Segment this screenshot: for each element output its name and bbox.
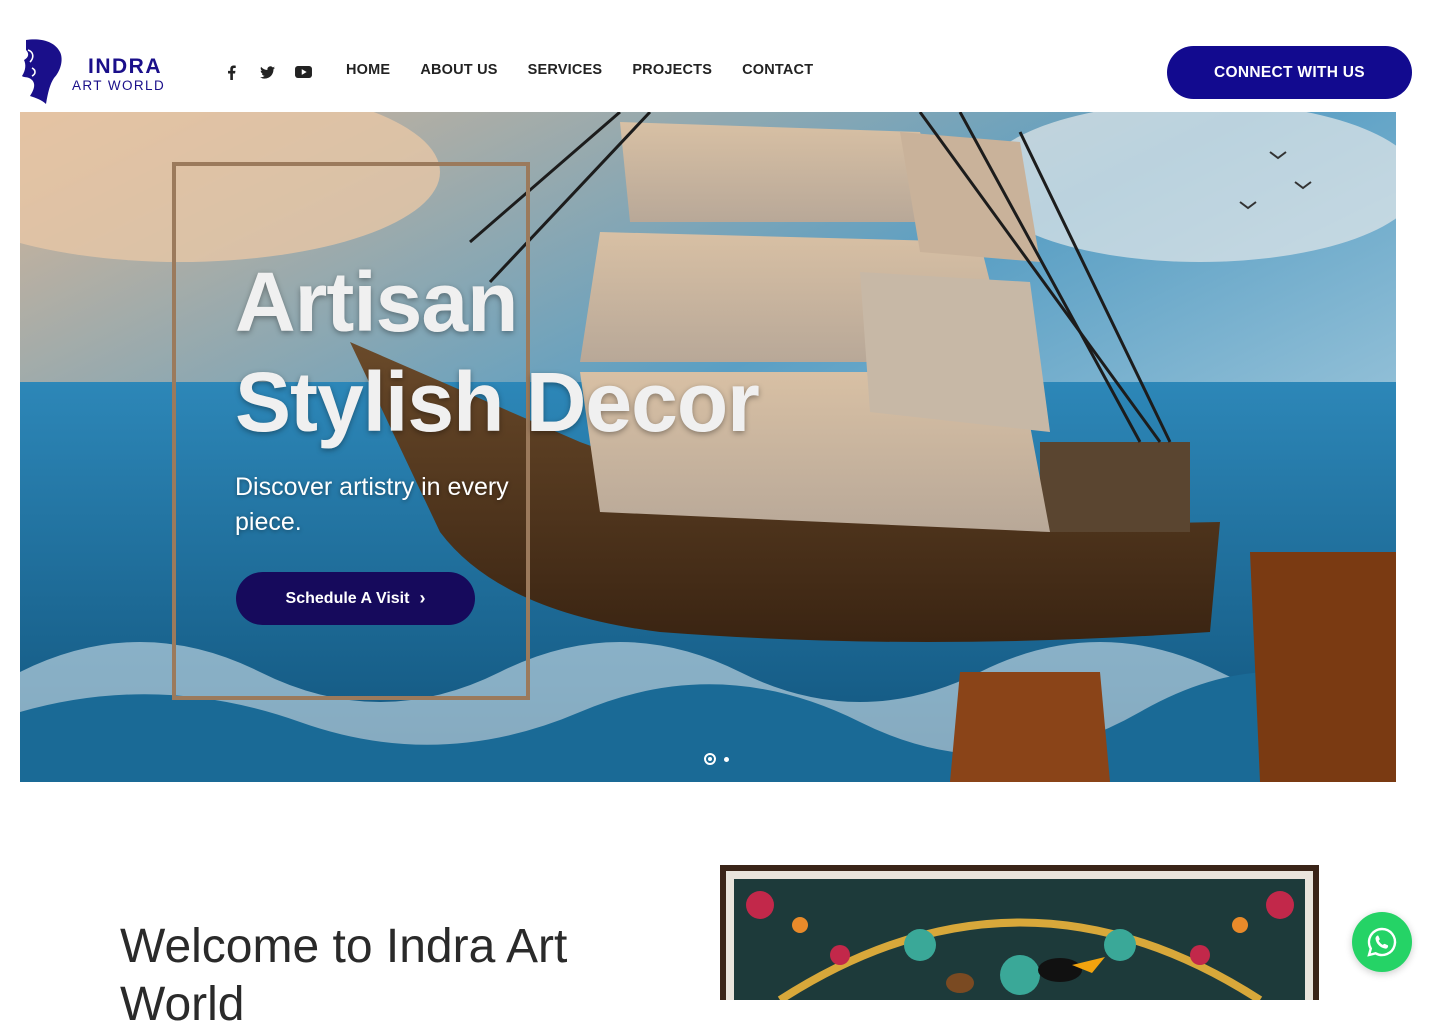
hero-title-line-1: Artisan	[235, 255, 518, 349]
site-header: INDRA ART WORLD HOME ABOUT US SERVICES P…	[0, 0, 1440, 112]
whatsapp-chat-button[interactable]	[1352, 912, 1412, 972]
logo-title: INDRA	[88, 55, 162, 78]
hero-title-line-2: Stylish Decor	[235, 355, 760, 449]
hero-title: Artisan Stylish Decor	[235, 252, 935, 452]
connect-with-us-button[interactable]: CONNECT WITH US	[1167, 46, 1412, 99]
nav-services[interactable]: SERVICES	[528, 62, 603, 78]
logo-text: INDRA ART WORLD	[72, 56, 165, 93]
brand-logo[interactable]: INDRA ART WORLD	[20, 38, 180, 110]
whatsapp-icon	[1367, 927, 1397, 957]
youtube-icon[interactable]	[294, 63, 312, 81]
welcome-heading: Welcome to Indra Art World	[120, 920, 568, 1031]
slider-pagination	[704, 753, 729, 765]
social-links	[222, 60, 312, 84]
slide-dot-2[interactable]	[724, 756, 729, 762]
twitter-icon[interactable]	[258, 63, 276, 81]
schedule-visit-label: Schedule A Visit	[285, 589, 410, 607]
slide-dot-1[interactable]	[704, 753, 716, 765]
nav-projects[interactable]: PROJECTS	[632, 62, 712, 78]
schedule-visit-button[interactable]: Schedule A Visit ›	[236, 572, 475, 625]
featured-artwork-image	[720, 865, 1319, 1000]
logo-face-icon	[22, 39, 62, 105]
main-nav: HOME ABOUT US SERVICES PROJECTS CONTACT	[346, 62, 813, 78]
nav-about-us[interactable]: ABOUT US	[420, 62, 497, 78]
nav-contact[interactable]: CONTACT	[742, 62, 813, 78]
chevron-right-icon: ›	[419, 587, 426, 608]
hero-slider: Artisan Stylish Decor Discover artistry …	[20, 112, 1396, 782]
facebook-icon[interactable]	[222, 63, 240, 81]
logo-tagline: ART WORLD	[72, 78, 166, 93]
nav-home[interactable]: HOME	[346, 62, 390, 78]
hero-subtitle: Discover artistry in every piece.	[235, 473, 509, 536]
